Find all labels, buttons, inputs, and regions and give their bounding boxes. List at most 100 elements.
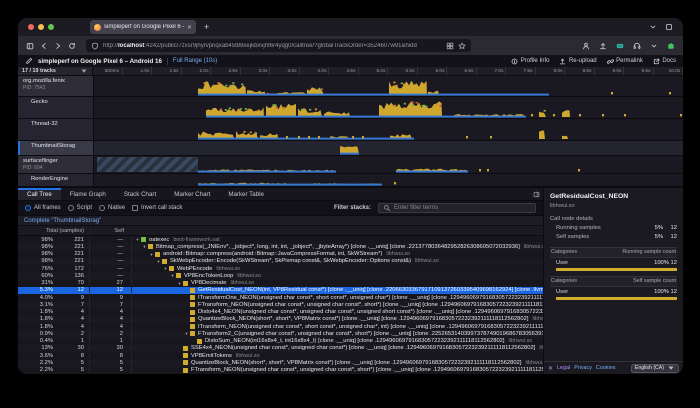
profile-info-button[interactable]: Profile Info: [511, 58, 549, 65]
expand-arrow-icon[interactable]: ▼: [176, 281, 183, 286]
radio-icon[interactable]: [68, 205, 74, 211]
total-samples: 70: [56, 280, 90, 286]
tab-close-icon[interactable]: ✕: [187, 24, 192, 31]
call-tree-row[interactable]: 0.4%11DistoSum_NEON(int16x8x4_t, int16x8…: [18, 338, 543, 345]
track-label[interactable]: Gecko: [18, 97, 93, 118]
extension-chevron-icon[interactable]: [650, 42, 658, 50]
close-window-button[interactable]: [28, 24, 34, 30]
call-tree-row[interactable]: 0.9%22▼FTransform2_C(unsigned char const…: [18, 330, 543, 337]
shield-icon[interactable]: [91, 42, 99, 50]
call-tree-row[interactable]: 98%221—▼SkWebpEncoder::Encode(SkWStream*…: [18, 258, 543, 265]
tab-dropdown-icon[interactable]: [649, 23, 657, 31]
call-tree-row[interactable]: 98%221—▼oatexecboot-framework.oat: [18, 236, 543, 243]
track-renderengine[interactable]: RenderEngine: [18, 174, 683, 187]
invert-call-stack-checkbox[interactable]: Invert call stack: [132, 205, 182, 211]
back-button[interactable]: [40, 42, 48, 50]
minimize-window-button[interactable]: [38, 24, 44, 30]
tracks-dropdown[interactable]: 17 / 19 tracks: [18, 67, 93, 75]
track-activity-graph[interactable]: [93, 174, 683, 186]
checkbox-icon[interactable]: [132, 205, 138, 211]
track-surfaceflinger[interactable]: surfaceflingerPID: 604: [18, 156, 683, 174]
close-sidebar-link[interactable]: ✕: [548, 365, 553, 372]
tab-call-tree[interactable]: Call Tree: [18, 188, 61, 200]
expand-arrow-icon[interactable]: ▼: [148, 252, 155, 257]
library-name: libhwui.so: [386, 251, 410, 257]
footer-link-privacy[interactable]: Privacy: [574, 365, 592, 371]
call-tree-row[interactable]: 13%3030SSE4x4_NEON(unsigned char const*,…: [18, 345, 543, 352]
docs-button[interactable]: Docs: [653, 58, 676, 65]
call-tree-row[interactable]: 98%221—▼android::Bitmap::compress(androi…: [18, 251, 543, 258]
track-org-mozilla-fenix[interactable]: org.mozilla.fenixPID: 7543: [18, 76, 683, 97]
permalink-button[interactable]: Permalink: [607, 58, 643, 65]
call-tree-row[interactable]: 3.1%77FTransform_NEON(unsigned char cons…: [18, 301, 543, 308]
container-extension-icon[interactable]: [616, 42, 624, 50]
url-bar[interactable]: http://localhost:4242/public/7zxsr9jhyrv…: [86, 39, 471, 52]
radio-script[interactable]: Script: [68, 205, 92, 211]
account-icon[interactable]: [582, 42, 590, 50]
reload-button[interactable]: [68, 42, 76, 50]
track-label[interactable]: Thread-32: [18, 119, 93, 140]
call-tree-row[interactable]: 2.2%55QuantizeBlock_NEON(short*, short*,…: [18, 359, 543, 366]
sidebar-collapse-icon[interactable]: [529, 188, 543, 200]
call-tree-row[interactable]: 98%221—▼Bitmap_compress(_JNIEnv*, _jobje…: [18, 243, 543, 250]
track-label[interactable]: org.mozilla.fenixPID: 7543: [18, 76, 93, 96]
tab-marker-table[interactable]: Marker Table: [219, 188, 273, 200]
sidebar-toggle-icon[interactable]: [26, 42, 34, 50]
tab-stack-chart[interactable]: Stack Chart: [115, 188, 165, 200]
track-label[interactable]: ThumbnailStorag: [18, 141, 93, 155]
share-icon[interactable]: [599, 42, 607, 50]
breadcrumb[interactable]: Complete “ThumbnailStorag”: [24, 218, 101, 224]
call-tree-row[interactable]: 31%7027▼VP8Decimatelibhwui.so: [18, 280, 543, 287]
radio-all-frames[interactable]: All frames: [25, 205, 61, 211]
radio-icon[interactable]: [25, 205, 31, 211]
track-activity-graph[interactable]: [93, 141, 683, 155]
call-tree-row[interactable]: 60%136—▼VP8EncTokenLooplibhwui.so: [18, 272, 543, 279]
expand-arrow-icon[interactable]: ▼: [183, 331, 190, 336]
tracks-dropdown-icon[interactable]: [80, 67, 88, 75]
track-activity-graph[interactable]: [93, 97, 683, 118]
call-tree-row[interactable]: 4.0%99ITransformOne_NEON(unsigned char c…: [18, 294, 543, 301]
call-tree-row[interactable]: 2.2%55FTransform_NEON(unsigned char cons…: [18, 367, 543, 374]
window-controls[interactable]: [28, 24, 54, 30]
extensions-icon[interactable]: [667, 42, 675, 50]
tab-overview-icon[interactable]: [665, 23, 673, 31]
track-thread-32[interactable]: Thread-32: [18, 119, 683, 141]
call-tree-row[interactable]: 1.8%44ITransform_NEON(unsigned char cons…: [18, 323, 543, 330]
radio-native[interactable]: Native: [99, 205, 125, 211]
track-label[interactable]: surfaceflingerPID: 604: [18, 156, 93, 173]
expand-arrow-icon[interactable]: ▼: [155, 259, 162, 264]
track-activity-graph[interactable]: [93, 76, 683, 96]
bookmark-star-icon[interactable]: [458, 42, 466, 50]
radio-icon[interactable]: [99, 205, 105, 211]
total-samples: 1: [56, 338, 90, 344]
headset-extension-icon[interactable]: [633, 42, 641, 50]
full-range-link[interactable]: Full Range (10s): [173, 58, 217, 64]
new-tab-button[interactable]: +: [204, 22, 209, 32]
language-select[interactable]: English (CA): [631, 364, 679, 373]
call-tree-row[interactable]: 5.3%1212GetResidualCost_NEON(int, VP8Res…: [18, 287, 543, 294]
track-activity-graph[interactable]: [93, 156, 683, 173]
maximize-window-button[interactable]: [48, 24, 54, 30]
track-activity-graph[interactable]: [93, 119, 683, 140]
expand-arrow-icon[interactable]: ▼: [141, 244, 148, 249]
tab-flame-graph[interactable]: Flame Graph: [61, 188, 115, 200]
footer-link-legal[interactable]: Legal: [557, 365, 570, 371]
reader-grid-icon[interactable]: [446, 42, 454, 50]
call-tree-row[interactable]: 1.8%44QuantizeBlock_NEON(short*, short*,…: [18, 316, 543, 323]
re-upload-button[interactable]: Re-upload: [559, 58, 596, 65]
call-tree-row[interactable]: 76%172—▼WebPEncodelibhwui.so: [18, 265, 543, 272]
expand-arrow-icon[interactable]: ▼: [134, 237, 141, 242]
edit-name-icon[interactable]: [25, 57, 33, 65]
call-tree-row[interactable]: 3.6%88VP8EmitTokenslibhwui.so: [18, 352, 543, 359]
filter-input[interactable]: Enter filter terms: [378, 203, 536, 213]
browser-tab[interactable]: simpleperf on Google Pixel 6 – A ✕: [90, 20, 196, 34]
forward-button[interactable]: [54, 42, 62, 50]
expand-arrow-icon[interactable]: ▼: [162, 266, 169, 271]
track-label[interactable]: RenderEngine: [18, 174, 93, 186]
track-gecko[interactable]: Gecko: [18, 97, 683, 119]
expand-arrow-icon[interactable]: ▼: [169, 273, 176, 278]
tab-marker-chart[interactable]: Marker Chart: [165, 188, 219, 200]
call-tree-row[interactable]: 1.8%44Disto4x4_NEON(unsigned char const*…: [18, 309, 543, 316]
footer-link-cookies[interactable]: Cookies: [596, 365, 615, 371]
track-thumbnailstorag[interactable]: ThumbnailStorag: [18, 141, 683, 156]
